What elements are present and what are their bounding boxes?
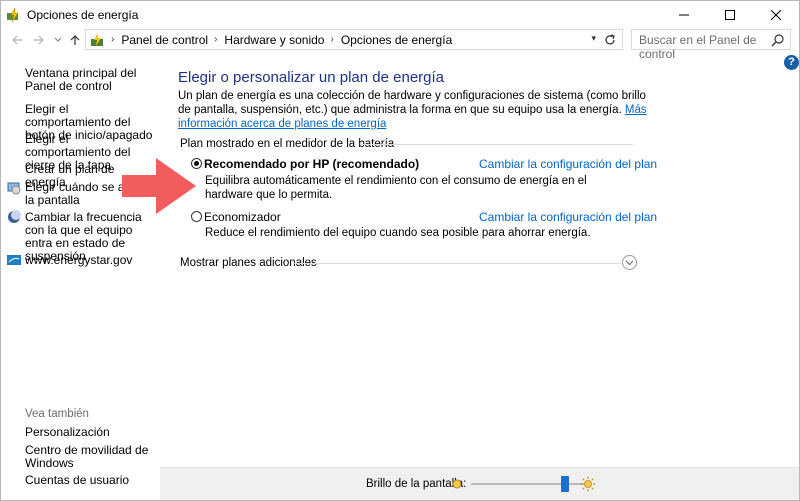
brightness-low-icon <box>452 479 462 489</box>
recent-locations-button[interactable] <box>49 31 67 49</box>
moon-icon <box>8 210 21 223</box>
plan-hp-description: Equilibra automáticamente el rendimiento… <box>205 175 587 201</box>
see-also-user-accounts[interactable]: Cuentas de usuario <box>25 474 153 487</box>
breadcrumb-separator-icon: › <box>111 34 115 45</box>
plan-saver-change-link[interactable]: Cambiar la configuración del plan <box>479 210 657 224</box>
help-icon[interactable]: ? <box>784 55 799 70</box>
address-dropdown-icon[interactable]: ▾ <box>591 33 596 44</box>
window-title: Opciones de energía <box>27 8 139 22</box>
plan-hp-name[interactable]: Recomendado por HP (recomendado) <box>204 157 419 171</box>
power-options-icon <box>7 7 19 23</box>
group-divider <box>361 144 633 145</box>
power-options-window: Opciones de energía › Panel de control ›… <box>0 0 800 501</box>
energy-star-icon <box>7 255 21 265</box>
back-button[interactable] <box>8 31 26 49</box>
monitor-shield-icon <box>7 182 21 195</box>
page-description: Un plan de energía es una colección de h… <box>178 89 648 131</box>
minimize-icon <box>679 14 689 15</box>
plan-saver-description: Reduce el rendimiento del equipo cuando … <box>205 227 591 239</box>
title-bar: Opciones de energía <box>1 1 799 28</box>
annotation-arrow-icon <box>122 158 196 214</box>
forward-button[interactable] <box>30 31 48 49</box>
navigation-bar: › Panel de control › Hardware y sonido ›… <box>1 28 799 61</box>
see-also-mobility-center[interactable]: Centro de movilidad de Windows <box>25 444 153 470</box>
close-icon <box>771 9 781 20</box>
see-also-personalization[interactable]: Personalización <box>25 426 153 439</box>
minimize-button[interactable] <box>661 1 707 28</box>
address-bar[interactable]: › Panel de control › Hardware y sonido ›… <box>85 29 623 50</box>
breadcrumb-separator-icon: › <box>214 34 218 45</box>
breadcrumb-control-panel[interactable]: Panel de control <box>121 33 208 47</box>
page-title: Elegir o personalizar un plan de energía <box>178 69 445 86</box>
search-box[interactable]: Buscar en el Panel de control <box>631 29 791 61</box>
sidebar-link-control-panel-home[interactable]: Ventana principal del Panel de control <box>25 67 153 93</box>
refresh-icon[interactable] <box>602 32 618 48</box>
plan-hp-change-link[interactable]: Cambiar la configuración del plan <box>479 157 657 171</box>
back-arrow-icon <box>12 35 22 45</box>
more-plans-divider <box>294 263 621 264</box>
up-button[interactable] <box>66 31 84 49</box>
maximize-button[interactable] <box>707 1 753 28</box>
chevron-down-icon <box>54 37 62 42</box>
forward-arrow-icon <box>34 35 44 45</box>
sidebar-link-energystar[interactable]: www.energystar.gov <box>25 254 153 267</box>
breadcrumb-power-options[interactable]: Opciones de energía <box>341 33 452 47</box>
brightness-bar: Brillo de la pantalla: <box>160 467 799 500</box>
close-button[interactable] <box>753 1 799 28</box>
up-arrow-icon <box>70 35 80 45</box>
brightness-high-icon <box>580 476 596 492</box>
search-placeholder: Buscar en el Panel de control <box>639 33 757 61</box>
search-icon[interactable] <box>771 33 785 47</box>
plan-saver-name[interactable]: Economizador <box>204 210 281 224</box>
breadcrumb-hardware-sound[interactable]: Hardware y sonido <box>224 33 324 47</box>
description-text: Un plan de energía es una colección de h… <box>178 90 646 116</box>
chevron-down-icon <box>625 260 634 265</box>
expand-more-plans-button[interactable] <box>622 255 637 270</box>
brightness-slider-thumb[interactable] <box>561 476 570 492</box>
control-panel-icon <box>91 32 103 46</box>
maximize-icon <box>725 9 735 20</box>
see-also-heading: Vea también <box>25 408 89 420</box>
breadcrumb-separator-icon: › <box>330 34 334 45</box>
